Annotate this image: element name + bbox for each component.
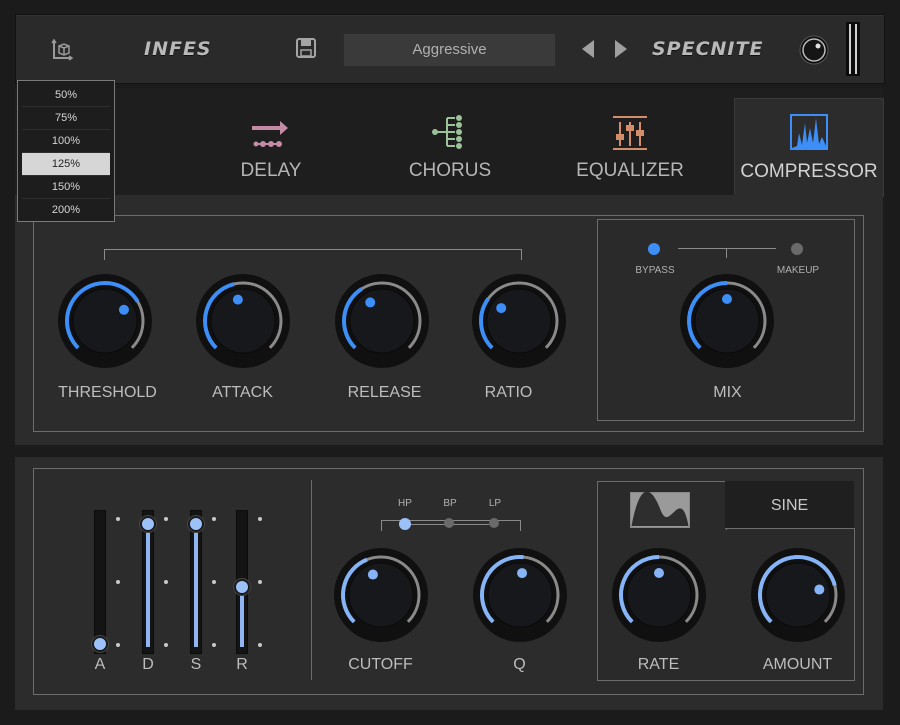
next-preset-icon[interactable]	[615, 40, 627, 58]
zoom-dropdown-menu: 50% 75% 100% 125% 150% 200%	[17, 80, 115, 222]
filter-mode-hp-label: HP	[398, 498, 412, 509]
tab-compressor[interactable]: COMPRESSOR	[734, 98, 884, 197]
previous-preset-icon[interactable]	[582, 40, 594, 58]
slider-scale-dot	[212, 643, 216, 647]
attack-label: ATTACK	[212, 384, 273, 401]
amount-label: AMOUNT	[762, 656, 833, 673]
q-label: Q	[513, 656, 526, 673]
zoom-option-selected[interactable]: 125%	[22, 153, 110, 176]
mode-connector-stem	[726, 248, 727, 258]
section-divider	[311, 480, 312, 680]
output-meter	[846, 22, 860, 76]
chorus-icon	[429, 112, 473, 157]
delay-icon	[250, 118, 292, 157]
rate-label: RATE	[637, 656, 680, 673]
zoom-option[interactable]: 150%	[22, 176, 110, 199]
threshold-label: THRESHOLD	[58, 384, 157, 401]
threshold-knob[interactable]	[57, 273, 153, 369]
ratio-label: RATIO	[484, 384, 533, 401]
mix-label: MIX	[713, 384, 742, 401]
tab-chorus[interactable]: CHORUS	[365, 98, 535, 196]
slider-scale-dot	[116, 517, 120, 521]
mix-knob[interactable]	[679, 273, 775, 369]
rate-knob[interactable]	[611, 547, 707, 643]
slider-scale-dot	[116, 643, 120, 647]
envelope-slider-fill	[146, 525, 150, 647]
zoom-icon[interactable]	[50, 37, 76, 63]
tab-label: CHORUS	[408, 160, 492, 181]
release-label: RELEASE	[347, 384, 422, 401]
amount-knob[interactable]	[750, 547, 846, 643]
filter-mode-lp-led[interactable]	[489, 518, 499, 528]
envelope-slider-label: D	[142, 656, 154, 673]
tab-label: DELAY	[240, 160, 302, 181]
tab-delay[interactable]: DELAY	[186, 98, 356, 196]
filter-mode-bp-led[interactable]	[444, 518, 454, 528]
waveform-display-icon	[629, 491, 691, 533]
bypass-label: BYPASS	[635, 265, 675, 276]
zoom-option[interactable]: 50%	[22, 84, 110, 107]
zoom-option[interactable]: 75%	[22, 107, 110, 130]
lfo-shape-tab[interactable]: SINE	[725, 481, 854, 529]
slider-scale-dot	[212, 580, 216, 584]
tab-label: COMPRESSOR	[740, 161, 878, 182]
envelope-slider-fill	[240, 588, 244, 647]
filter-mode-lp-label: LP	[488, 498, 502, 509]
envelope-slider-fill	[194, 525, 198, 647]
slider-scale-dot	[116, 580, 120, 584]
envelope-slider-label: S	[190, 656, 202, 673]
cutoff-knob[interactable]	[333, 547, 429, 643]
makeup-led[interactable]	[791, 243, 803, 255]
slider-scale-dot	[258, 580, 262, 584]
makeup-label: MAKEUP	[776, 265, 820, 276]
tab-label: EQUALIZER	[576, 160, 684, 181]
mode-connector	[678, 248, 776, 249]
output-volume-knob[interactable]	[799, 35, 829, 65]
filter-mode-bp-label: BP	[443, 498, 457, 509]
filter-mode-hp-led[interactable]	[399, 518, 411, 530]
zoom-option[interactable]: 200%	[22, 199, 110, 221]
equalizer-icon	[611, 114, 649, 157]
save-icon[interactable]	[295, 37, 317, 59]
attack-knob[interactable]	[195, 273, 291, 369]
zoom-option[interactable]: 100%	[22, 130, 110, 153]
envelope-slider-track[interactable]	[94, 510, 106, 654]
slider-scale-dot	[164, 643, 168, 647]
envelope-slider-label: A	[94, 656, 106, 673]
brand-logo-left: INFES	[144, 38, 212, 60]
ratio-knob[interactable]	[471, 273, 567, 369]
lfo-waveform-tab[interactable]	[597, 481, 727, 530]
bypass-led[interactable]	[648, 243, 660, 255]
knob-link-bracket	[104, 249, 522, 260]
slider-scale-dot	[258, 517, 262, 521]
slider-scale-dot	[258, 643, 262, 647]
cutoff-label: CUTOFF	[348, 656, 413, 673]
slider-scale-dot	[164, 517, 168, 521]
brand-logo-right: SPECNITE	[652, 38, 764, 60]
tab-equalizer[interactable]: EQUALIZER	[545, 98, 715, 196]
envelope-slider-thumb[interactable]	[92, 636, 108, 652]
slider-scale-dot	[212, 517, 216, 521]
slider-scale-dot	[164, 580, 168, 584]
q-knob[interactable]	[472, 547, 568, 643]
compressor-icon	[789, 113, 829, 156]
release-knob[interactable]	[334, 273, 430, 369]
envelope-slider-label: R	[236, 656, 248, 673]
preset-name-display[interactable]: Aggressive	[343, 33, 556, 67]
